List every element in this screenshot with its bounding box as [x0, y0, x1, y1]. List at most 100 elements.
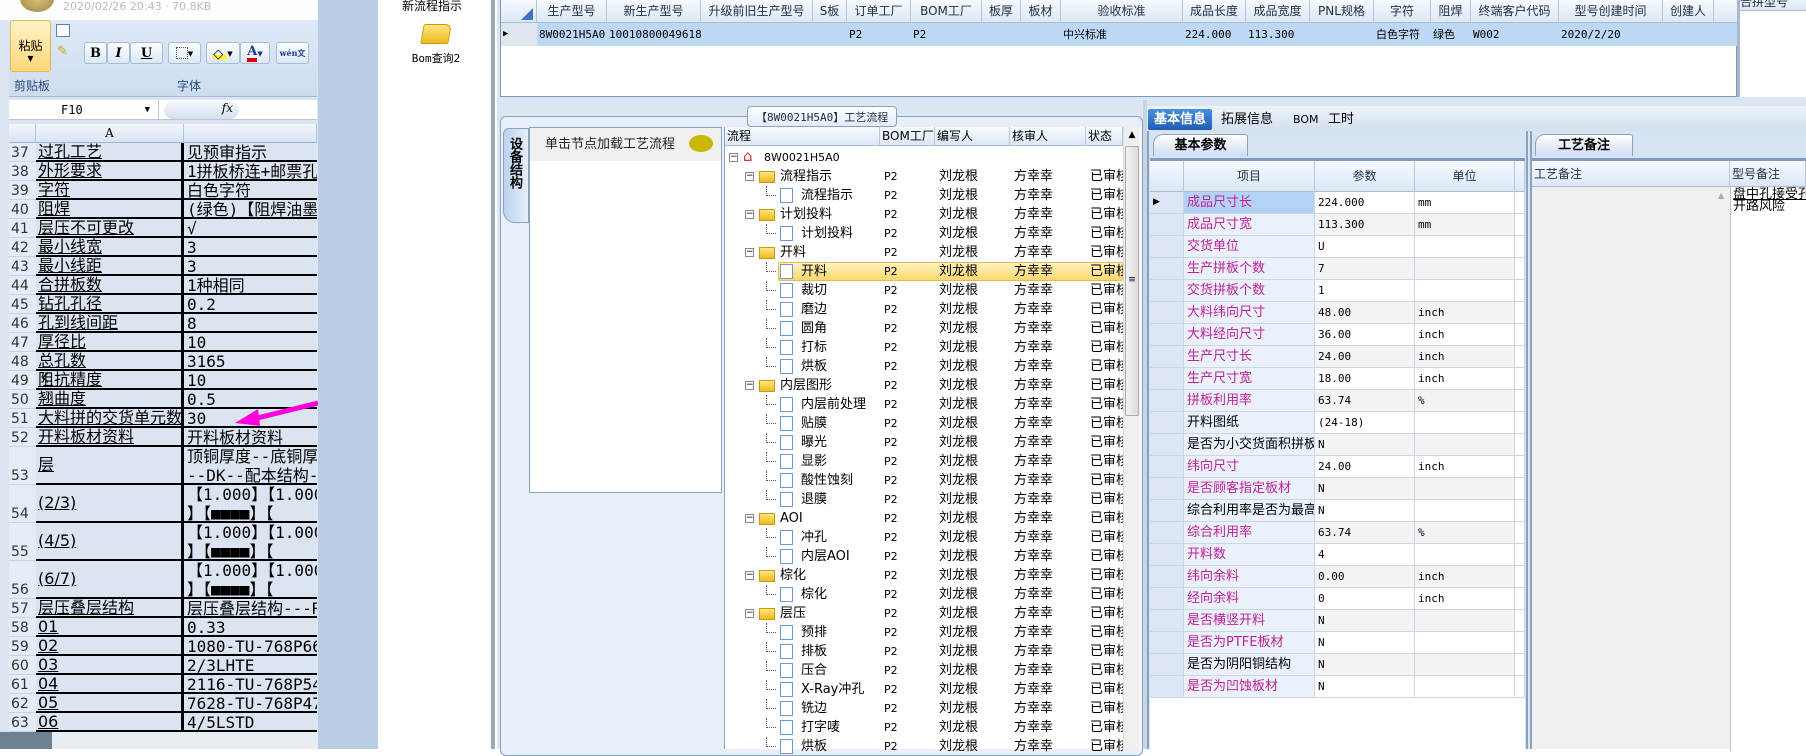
tree-column-header[interactable]: 编写人	[935, 127, 1010, 146]
scroll-thumb[interactable]: ≡	[1125, 146, 1139, 416]
name-box[interactable]: F10 ▼	[9, 100, 159, 120]
tree-column-header[interactable]: 状态	[1086, 127, 1123, 146]
tree-row[interactable]: − 流程指示 P2 刘龙根 方幸幸 已审核	[725, 167, 1123, 186]
param-value[interactable]: N	[1315, 610, 1415, 631]
column-header-a[interactable]: A	[36, 124, 184, 143]
row-number[interactable]: 54	[9, 485, 36, 523]
param-row[interactable]: 交货拼板个数 1	[1150, 280, 1525, 302]
cell-a[interactable]: 层压叠层结构	[36, 599, 184, 616]
row-number[interactable]: 63	[9, 713, 36, 732]
cell-b[interactable]: 开料板材资料	[184, 428, 317, 445]
tree-row[interactable]: − 计划投料 P2 刘龙根 方幸幸 已审核	[725, 205, 1123, 224]
row-indicator[interactable]	[1150, 544, 1184, 565]
tree-row[interactable]: 烘板 P2 刘龙根 方幸幸 已审核	[725, 357, 1123, 376]
tab-0[interactable]: 基本信息	[1148, 109, 1213, 130]
collapse-toggle-icon[interactable]: −	[745, 172, 754, 181]
row-number[interactable]: 61	[9, 675, 36, 694]
select-all-corner[interactable]	[9, 124, 36, 143]
cell-b[interactable]: 顶铜厚度--底铜厚度--DK--配本结构--	[184, 447, 317, 483]
tree-row[interactable]: 计划投料 P2 刘龙根 方幸幸 已审核	[725, 224, 1123, 243]
grid-cell[interactable]: W002	[1471, 23, 1559, 46]
param-value[interactable]: N	[1315, 654, 1415, 675]
tree-row[interactable]: 内层前处理 P2 刘龙根 方幸幸 已审核	[725, 395, 1123, 414]
cell-a[interactable]: 层压不可更改	[36, 219, 184, 236]
tree-row[interactable]: 贴膜 P2 刘龙根 方幸幸 已审核	[725, 414, 1123, 433]
column-header-b[interactable]	[184, 124, 317, 143]
cell-b[interactable]: 见预审指示	[184, 143, 317, 160]
grid-corner[interactable]	[501, 0, 537, 23]
params-column-header[interactable]: 项目	[1184, 161, 1315, 192]
param-value[interactable]: 63.74	[1315, 522, 1415, 543]
italic-button[interactable]: I	[107, 42, 130, 64]
row-indicator[interactable]	[1150, 214, 1184, 235]
row-number[interactable]: 56	[9, 561, 36, 599]
row-indicator[interactable]	[1150, 390, 1184, 411]
cell-b[interactable]: 0.33	[184, 618, 317, 635]
tree-row[interactable]: 预排 P2 刘龙根 方幸幸 已审核	[725, 623, 1123, 642]
grid-column-header[interactable]: S板	[813, 0, 847, 23]
tree-row[interactable]: − 开料 P2 刘龙根 方幸幸 已审核	[725, 243, 1123, 262]
param-row[interactable]: 经向余料 0 inch	[1150, 588, 1525, 610]
cell-a[interactable]: 阻焊	[36, 200, 184, 217]
cell-b[interactable]: 【1.000】【1.000 】【■■■■】【	[184, 523, 317, 559]
row-indicator[interactable]	[1150, 566, 1184, 587]
cell-a[interactable]: 合拼板数	[36, 276, 184, 293]
cell-a[interactable]: 外形要求	[36, 162, 184, 179]
row-indicator[interactable]	[1150, 456, 1184, 477]
tree-row[interactable]: 烘板 P2 刘龙根 方幸幸 已审核	[725, 737, 1123, 756]
row-number[interactable]: 62	[9, 694, 36, 713]
row-indicator[interactable]	[1150, 588, 1184, 609]
cell-b[interactable]: 3165	[184, 352, 317, 369]
cell-b[interactable]: 【1.000】【1.000 】【■■■■】【	[184, 561, 317, 597]
cell-a[interactable]: 01	[36, 618, 184, 635]
cell-b[interactable]: 4/5LSTD	[184, 713, 317, 730]
cell-a[interactable]: 过孔工艺	[36, 143, 184, 160]
row-indicator[interactable]: ▶	[501, 23, 537, 46]
grid-cell[interactable]: 中兴标准	[1061, 23, 1183, 46]
params-corner[interactable]	[1150, 161, 1184, 192]
tree-row[interactable]: 流程指示 P2 刘龙根 方幸幸 已审核	[725, 186, 1123, 205]
row-number[interactable]: 37	[9, 143, 36, 162]
param-row[interactable]: 纬向余料 0.00 inch	[1150, 566, 1525, 588]
cell-a[interactable]: 开料板材资料	[36, 428, 184, 445]
grid-column-header[interactable]: 阻焊	[1431, 0, 1471, 23]
params-column-header[interactable]: 单位	[1415, 161, 1515, 192]
param-row[interactable]: 生产拼板个数 7	[1150, 258, 1525, 280]
param-row[interactable]: 是否为PTFE板材 N	[1150, 632, 1525, 654]
tree-row[interactable]: − AOI P2 刘龙根 方幸幸 已审核	[725, 509, 1123, 528]
scroll-up-icon[interactable]: ▲	[1124, 127, 1140, 144]
cell-a[interactable]: (6/7)	[36, 561, 184, 597]
grid-cell[interactable]	[1310, 23, 1374, 46]
tab-1[interactable]: 拓展信息	[1215, 109, 1279, 130]
param-row[interactable]: 大料纬向尺寸 48.00 inch	[1150, 302, 1525, 324]
row-number[interactable]: 53	[9, 447, 36, 485]
cell-b[interactable]: √	[184, 219, 317, 236]
collapse-toggle-icon[interactable]: −	[745, 381, 754, 390]
cell-a[interactable]: 05	[36, 694, 184, 711]
param-value[interactable]: N	[1315, 500, 1415, 521]
tree-row[interactable]: 圆角 P2 刘龙根 方幸幸 已审核	[725, 319, 1123, 338]
row-number[interactable]: 50	[9, 390, 36, 409]
grid-cell[interactable]: 8W0021H5A0	[537, 23, 607, 46]
row-number[interactable]: 52	[9, 428, 36, 447]
row-indicator[interactable]	[1150, 302, 1184, 323]
grid-column-header[interactable]: 新生产型号	[607, 0, 701, 23]
grid-column-header[interactable]: 成品长度	[1183, 0, 1246, 23]
tree-row[interactable]: − 层压 P2 刘龙根 方幸幸 已审核	[725, 604, 1123, 623]
cell-b[interactable]: 1拼板桥连+邮票孔	[184, 162, 317, 179]
cell-a[interactable]: 层	[36, 447, 184, 483]
param-row[interactable]: 是否顾客指定板材 N	[1150, 478, 1525, 500]
row-indicator[interactable]	[1150, 610, 1184, 631]
param-value[interactable]: N	[1315, 632, 1415, 653]
row-indicator[interactable]	[1150, 654, 1184, 675]
fill-color-button[interactable]: ◇ ▼	[206, 42, 240, 64]
row-number[interactable]: 47	[9, 333, 36, 352]
tree-row[interactable]: 打标 P2 刘龙根 方幸幸 已审核	[725, 338, 1123, 357]
param-row[interactable]: 综合利用率 63.74%	[1150, 522, 1525, 544]
grid-column-header[interactable]: 型号创建时间	[1559, 0, 1663, 23]
model-note[interactable]: 盘中孔接受孔 开路风险	[1730, 187, 1806, 752]
cell-b[interactable]: 2116-TU-768P54	[184, 675, 317, 692]
param-value[interactable]: U	[1315, 236, 1415, 257]
grid-column-header[interactable]: 字符	[1374, 0, 1431, 23]
grid-cell[interactable]: P2	[911, 23, 982, 46]
